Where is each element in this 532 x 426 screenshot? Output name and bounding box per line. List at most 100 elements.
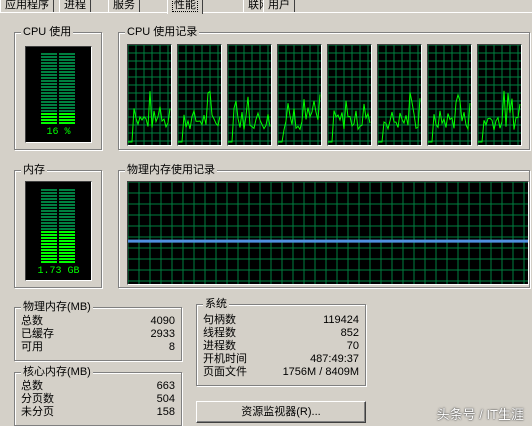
system-title: 系统: [203, 297, 229, 311]
meter-segment-lit: [41, 237, 57, 239]
meter-segment-lit: [59, 243, 75, 245]
cpu-core-plot: [178, 45, 221, 145]
meter-segment: [41, 189, 57, 191]
meter-segment: [59, 204, 75, 206]
cpu-core-plot: [428, 45, 471, 145]
meter-segment-lit: [41, 249, 57, 251]
meter-segment: [59, 101, 75, 103]
resource-monitor-button[interactable]: 资源监视器(R)...: [196, 401, 366, 423]
meter-segment: [59, 104, 75, 106]
stat-row-kernel-paged: 分页数 504: [15, 393, 181, 406]
meter-segment-lit: [59, 255, 75, 257]
cpu-core-graph: [377, 44, 422, 146]
cpu-core-graph: [227, 44, 272, 146]
cpu-trace: [428, 93, 471, 143]
stat-label: 页面文件: [203, 366, 247, 378]
meter-segment: [41, 74, 57, 76]
memory-history-graph: [127, 181, 529, 285]
cpu-history-group: CPU 使用记录: [118, 25, 530, 150]
meter-segment: [59, 225, 75, 227]
cpu-core-graph: [427, 44, 472, 146]
stat-label: 总数: [21, 380, 43, 392]
meter-segment: [59, 222, 75, 224]
stat-label: 未分页: [21, 406, 54, 418]
stat-row-page-file: 页面文件 1756M / 8409M: [197, 366, 365, 379]
meter-segment-lit: [59, 234, 75, 236]
meter-segment: [41, 80, 57, 82]
stat-value: 852: [340, 327, 359, 339]
meter-segment: [59, 107, 75, 109]
stat-row-threads: 线程数 852: [197, 327, 365, 340]
stat-value: 487:49:37: [310, 353, 359, 365]
stat-value: 119424: [323, 314, 359, 326]
meter-segment: [59, 195, 75, 197]
meter-segment: [41, 65, 57, 67]
meter-segment: [59, 192, 75, 194]
memory-history-plot: [128, 182, 528, 284]
meter-segment: [41, 195, 57, 197]
meter-segment: [59, 71, 75, 73]
cpu-core-plot: [328, 45, 371, 145]
meter-segment: [59, 89, 75, 91]
stat-label: 可用: [21, 341, 43, 353]
cpu-core-plot: [228, 45, 271, 145]
meter-segment: [41, 71, 57, 73]
meter-segment: [59, 210, 75, 212]
stat-value: 70: [346, 340, 359, 352]
cpu-core-graph: [327, 44, 372, 146]
meter-segment: [59, 65, 75, 67]
stat-row-uptime: 开机时间 487:49:37: [197, 353, 365, 366]
stat-label: 总数: [21, 315, 43, 327]
meter-segment: [41, 89, 57, 91]
meter-segment: [41, 92, 57, 94]
tab-services[interactable]: 服务: [108, 0, 140, 12]
memory-group: 内存 1.73 GB: [14, 163, 102, 288]
stat-row-handles: 句柄数 119424: [197, 314, 365, 327]
cpu-core-graph: [477, 44, 522, 146]
meter-segment-lit: [41, 246, 57, 248]
tab-processes[interactable]: 进程: [59, 0, 91, 12]
stat-label: 进程数: [203, 340, 236, 352]
meter-segment: [59, 228, 75, 230]
memory-title: 内存: [21, 163, 47, 177]
stat-row-processes: 进程数 70: [197, 340, 365, 353]
stat-row-physical-cached: 已缓存 2933: [15, 328, 181, 341]
meter-segment: [41, 204, 57, 206]
meter-segment: [59, 189, 75, 191]
meter-segment: [41, 77, 57, 79]
meter-segment-lit: [59, 119, 75, 121]
cpu-trace: [228, 96, 271, 143]
meter-segment: [59, 86, 75, 88]
meter-segment: [59, 74, 75, 76]
stat-row-kernel-total: 总数 663: [15, 380, 181, 393]
kernel-memory-title: 核心内存(MB): [21, 365, 93, 379]
tab-users[interactable]: 用户: [263, 0, 295, 12]
meter-segment-lit: [41, 261, 57, 263]
physical-memory-group: 物理内存(MB) 总数 4090 已缓存 2933 可用 8: [14, 300, 182, 361]
tab-performance[interactable]: 性能: [167, 0, 203, 14]
tab-bar: 应用程序 进程 服务 性能 联网 用户: [0, 0, 532, 14]
meter-segment: [59, 207, 75, 209]
meter-segment: [59, 198, 75, 200]
meter-segment-lit: [59, 249, 75, 251]
meter-segment: [41, 56, 57, 58]
meter-segment: [41, 59, 57, 61]
cpu-core-plot: [378, 45, 421, 145]
stat-value: 158: [156, 406, 175, 418]
tab-applications[interactable]: 应用程序: [0, 0, 54, 12]
meter-segment-lit: [41, 234, 57, 236]
meter-segment: [59, 95, 75, 97]
memory-history-title: 物理内存使用记录: [125, 163, 217, 177]
meter-segment-lit: [41, 119, 57, 121]
meter-segment: [41, 222, 57, 224]
system-group: 系统 句柄数 119424 线程数 852 进程数 70 开机时间 487:49…: [196, 297, 366, 386]
meter-segment: [59, 68, 75, 70]
meter-segment: [59, 98, 75, 100]
meter-segment-lit: [41, 116, 57, 118]
meter-segment: [41, 219, 57, 221]
meter-segment: [59, 77, 75, 79]
meter-segment-lit: [59, 240, 75, 242]
stat-value: 504: [156, 393, 175, 405]
meter-segment: [41, 62, 57, 64]
meter-segment: [59, 62, 75, 64]
